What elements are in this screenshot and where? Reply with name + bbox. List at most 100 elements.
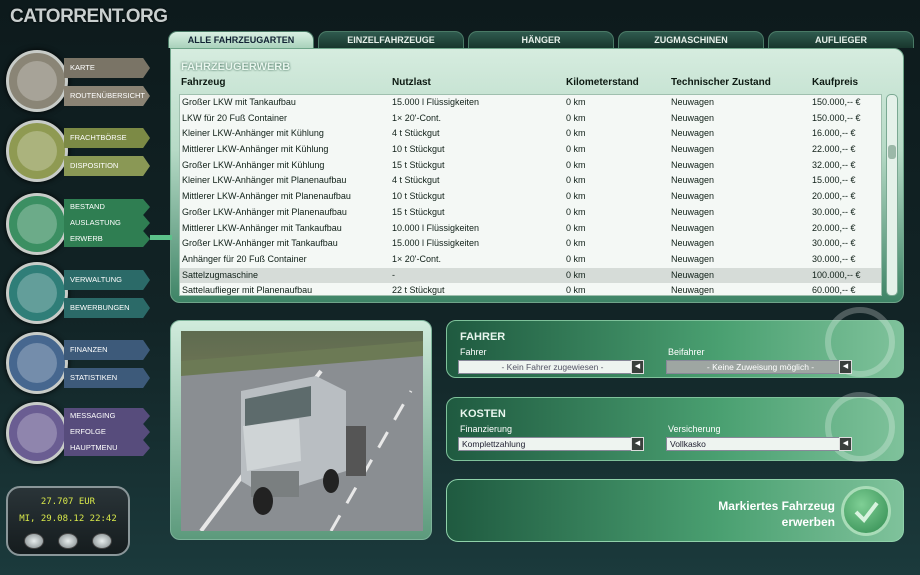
table-cell: Neuwagen [671, 253, 715, 264]
table-cell: 150.000,-- € [812, 97, 861, 107]
table-row[interactable]: Mittlerer LKW-Anhänger mit Kühlung 10 t S… [180, 142, 881, 158]
nav-routenübersicht[interactable]: ROUTENÜBERSICHT [64, 86, 150, 106]
speed-button-normal[interactable] [58, 533, 78, 549]
table-cell: 30.000,-- € [812, 206, 856, 217]
table-cell: 15.000 l Flüssigkeiten [392, 238, 480, 249]
nav-group-1: KARTE ROUTENÜBERSICHT [6, 50, 178, 114]
nav-erfolge[interactable]: ERFOLGE [64, 424, 150, 440]
kosten-title: KOSTEN [460, 408, 506, 420]
fahrer-title: FAHRER [460, 331, 506, 343]
table-cell: 15.000,-- € [812, 175, 856, 186]
nav-bestand[interactable]: BESTAND [64, 199, 150, 215]
table-cell: Neuwagen [671, 222, 715, 233]
panel-title: FAHRZEUGERWERB [181, 61, 291, 73]
table-cell: Mittlerer LKW-Anhänger mit Planenaufbau [182, 191, 351, 202]
table-row[interactable]: Kleiner LKW-Anhänger mit Kühlung 4 t Stüc… [180, 126, 881, 142]
table-cell: 60.000,-- € [812, 285, 856, 296]
fahrer-label: Fahrer [460, 347, 487, 357]
nav-frachtbörse[interactable]: FRACHTBÖRSE [64, 128, 150, 148]
status-display: 27.707 EUR MI, 29.08.12 22:42 [6, 486, 130, 556]
table-cell: 0 km [566, 285, 586, 296]
kosten-box: KOSTEN Finanzierung Komplettzahlung ◀ Ve… [446, 392, 904, 462]
table-cell: Neuwagen [671, 144, 715, 155]
euro-icon[interactable] [6, 332, 68, 394]
table-cell: 0 km [566, 144, 586, 155]
table-row[interactable]: Großer LKW-Anhänger mit Planenaufbau 15 t… [180, 205, 881, 221]
nav-erwerb[interactable]: ERWERB [64, 231, 150, 247]
tab-3[interactable]: HÄNGER [468, 31, 614, 48]
vehicle-purchase-panel: FAHRZEUGERWERB Fahrzeug Nutzlast Kilomet… [170, 48, 904, 303]
table-cell: 0 km [566, 253, 586, 264]
fahrer-dropdown-arrow-icon[interactable]: ◀ [631, 360, 644, 374]
table-cell: 100.000,-- € [812, 269, 861, 280]
table-row[interactable]: LKW für 20 Fuß Container 1× 20'-Cont. 0 km… [180, 111, 881, 127]
table-row[interactable]: Großer LKW mit Tankaufbau 15.000 l Flüssi… [180, 95, 881, 111]
money-display: 27.707 EUR [40, 497, 96, 507]
checkmark-icon [854, 501, 879, 524]
people-icon[interactable] [6, 262, 68, 324]
table-cell: 30.000,-- € [812, 238, 856, 249]
tab-5[interactable]: AUFLIEGER [768, 31, 914, 48]
table-row[interactable]: Sattelzugmaschine - 0 km Neuwagen 100.000,--… [180, 267, 881, 284]
table-row[interactable]: Kleiner LKW-Anhänger mit Planenaufbau 4 t… [180, 173, 881, 189]
table-row[interactable]: Sattelauflieger mit Planenaufbau 22 t Stü… [180, 283, 881, 296]
beifahrer-dropdown[interactable]: - Keine Zuweisung möglich - [666, 360, 852, 374]
scrollbar-thumb[interactable] [888, 145, 896, 159]
col-zustand: Technischer Zustand [671, 77, 771, 88]
table-cell: 0 km [566, 191, 586, 202]
table-cell: Mittlerer LKW-Anhänger mit Tankaufbau [182, 222, 342, 233]
nav-verwaltung[interactable]: VERWALTUNG [64, 270, 150, 290]
table-cell: 15.000 l Flüssigkeiten [392, 97, 480, 107]
route-icon[interactable] [6, 120, 68, 182]
truck-image [181, 331, 423, 531]
tab-4[interactable]: ZUGMASCHINEN [618, 31, 764, 48]
speed-button-slow[interactable] [24, 533, 44, 549]
date-time-display: MI, 29.08.12 22:42 [19, 514, 117, 524]
truck-icon[interactable] [6, 193, 68, 255]
table-row[interactable]: Mittlerer LKW-Anhänger mit Planenaufbau 1… [180, 189, 881, 205]
table-cell: LKW für 20 Fuß Container [182, 112, 288, 123]
nav-hauptmenu[interactable]: HAUPTMENU [64, 440, 150, 456]
map-icon[interactable] [6, 50, 68, 112]
finanzierung-dropdown[interactable]: Komplettzahlung [458, 437, 644, 451]
person-icon[interactable] [6, 402, 68, 464]
table-cell: Mittlerer LKW-Anhänger mit Kühlung [182, 144, 329, 155]
speed-button-fast[interactable] [92, 533, 112, 549]
nav-statistiken[interactable]: STATISTIKEN [64, 368, 150, 388]
buy-vehicle-panel: Markiertes Fahrzeug erwerben [446, 479, 904, 542]
table-row[interactable]: Anhänger für 20 Fuß Container 1× 20'-Cont… [180, 252, 881, 268]
euro-icon-inner [17, 343, 57, 383]
table-cell: 10 t Stückgut [392, 144, 445, 155]
table-cell: Großer LKW-Anhänger mit Kühlung [182, 159, 325, 170]
nav-disposition[interactable]: DISPOSITION [64, 156, 150, 176]
table-cell: Sattelauflieger mit Planenaufbau [182, 285, 313, 296]
table-cell: Neuwagen [671, 97, 715, 107]
person-icon-inner [17, 413, 57, 453]
table-cell: 0 km [566, 97, 586, 107]
table-cell: Neuwagen [671, 238, 715, 249]
tab-2[interactable]: EINZELFAHRZEUGE [318, 31, 464, 48]
nav-messaging[interactable]: MESSAGING [64, 408, 150, 424]
list-scrollbar[interactable] [886, 94, 898, 296]
nav-finanzen[interactable]: FINANZEN [64, 340, 150, 360]
table-cell: 0 km [566, 206, 586, 217]
buy-vehicle-button[interactable] [841, 486, 891, 536]
versicherung-dropdown-arrow-icon[interactable]: ◀ [839, 437, 852, 451]
beifahrer-dropdown-arrow-icon[interactable]: ◀ [839, 360, 852, 374]
versicherung-dropdown[interactable]: Vollkasko [666, 437, 852, 451]
table-cell: Kleiner LKW-Anhänger mit Planenaufbau [182, 175, 347, 186]
route-icon-inner [17, 131, 57, 171]
table-cell: 0 km [566, 175, 586, 186]
table-cell: 10.000 l Flüssigkeiten [392, 222, 480, 233]
table-row[interactable]: Mittlerer LKW-Anhänger mit Tankaufbau 10.… [180, 221, 881, 237]
nav-auslastung[interactable]: AUSLASTUNG [64, 215, 150, 231]
nav-bewerbungen[interactable]: BEWERBUNGEN [64, 298, 150, 318]
nav-karte[interactable]: KARTE [64, 58, 150, 78]
fahrer-dropdown[interactable]: - Kein Fahrer zugewiesen - [458, 360, 644, 374]
table-cell: Neuwagen [671, 285, 715, 296]
table-row[interactable]: Großer LKW-Anhänger mit Kühlung 15 t Stüc… [180, 158, 881, 174]
finanzierung-dropdown-arrow-icon[interactable]: ◀ [631, 437, 644, 451]
tab-1[interactable]: ALLE FAHRZEUGARTEN [168, 31, 314, 48]
nav-group-4: VERWALTUNG BEWERBUNGEN [6, 262, 178, 326]
table-row[interactable]: Großer LKW-Anhänger mit Tankaufbau 15.000… [180, 236, 881, 252]
